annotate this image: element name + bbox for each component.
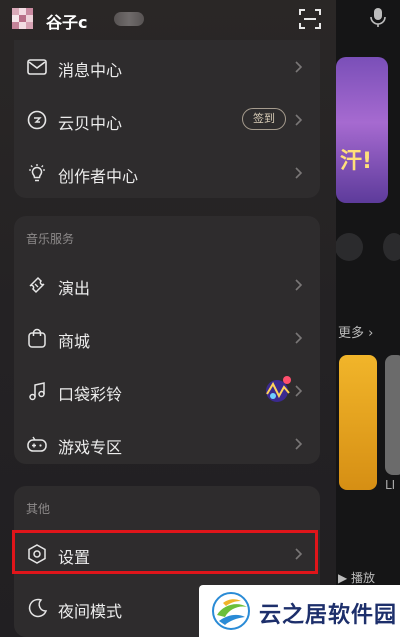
menu-item-label: 游戏专区 [58,438,123,457]
top-menu-card: 消息中心 云贝中心 签到 创作者中心 [14,40,320,198]
menu-item-settings[interactable]: 设置 [14,529,320,579]
chevron-right-icon [295,114,303,126]
watermark-logo-icon [212,592,250,630]
chevron-right-icon [295,548,303,560]
music-services-card: 音乐服务 演出 商城 口袋彩铃 游戏专区 [14,216,320,464]
watermark: 云之居软件园 [199,585,400,637]
gamepad-icon [27,436,47,452]
microphone-icon[interactable] [367,6,389,28]
menu-item-label: 创作者中心 [58,167,139,186]
username-blur [114,12,144,26]
lightbulb-icon [29,164,45,182]
section-title: 音乐服务 [26,232,75,246]
avatar[interactable] [12,8,34,30]
background-card-label: LI [385,478,396,492]
menu-item-message-center[interactable]: 消息中心 [14,42,320,92]
background-icon[interactable] [383,233,400,261]
menu-item-creator-center[interactable]: 创作者中心 [14,148,320,198]
chevron-right-icon [295,385,303,397]
chevron-right-icon [295,167,303,179]
more-link[interactable]: 更多 › [338,322,373,341]
menu-item-label: 云贝中心 [58,114,123,133]
watermark-text: 云之居软件园 [259,603,398,628]
scan-icon[interactable] [298,7,322,31]
chevron-right-icon [295,279,303,291]
menu-item-mall[interactable]: 商城 [14,313,320,363]
menu-item-performance[interactable]: 演出 [14,260,320,310]
menu-item-label: 夜间模式 [58,602,123,621]
menu-item-cloud-coin-center[interactable]: 云贝中心 签到 [14,95,320,145]
play-label[interactable]: ▶ 播放 [338,569,375,586]
menu-item-game-zone[interactable]: 游戏专区 [14,419,320,469]
moon-icon [28,598,48,618]
menu-item-label: 消息中心 [58,61,123,80]
menu-item-label: 口袋彩铃 [58,385,123,404]
menu-item-label: 演出 [58,279,91,298]
background-banner[interactable]: 汗! [336,57,388,203]
ticket-icon [29,276,45,294]
sign-in-badge[interactable]: 签到 [242,108,286,130]
shopping-bag-icon [28,328,46,348]
drawer-header: 谷子c [0,0,336,40]
side-drawer: 谷子c 消息中心 云贝中心 签到 创作者中心 音乐服务 演出 商城 口袋彩铃 游… [0,0,336,637]
menu-item-label: 商城 [58,332,91,351]
background-icon[interactable] [335,233,363,261]
coin-icon [27,110,47,130]
menu-item-pocket-ringtone[interactable]: 口袋彩铃 [14,366,320,416]
mail-icon [27,59,47,75]
chevron-right-icon [295,332,303,344]
chevron-right-icon [295,61,303,73]
gear-icon [28,544,46,564]
section-title: 其他 [26,502,51,516]
music-note-icon [29,382,45,401]
background-card[interactable] [339,355,377,490]
background-card[interactable] [385,355,400,475]
menu-item-label: 设置 [58,548,91,567]
username[interactable]: 谷子c [46,9,88,33]
chevron-right-icon [295,438,303,450]
